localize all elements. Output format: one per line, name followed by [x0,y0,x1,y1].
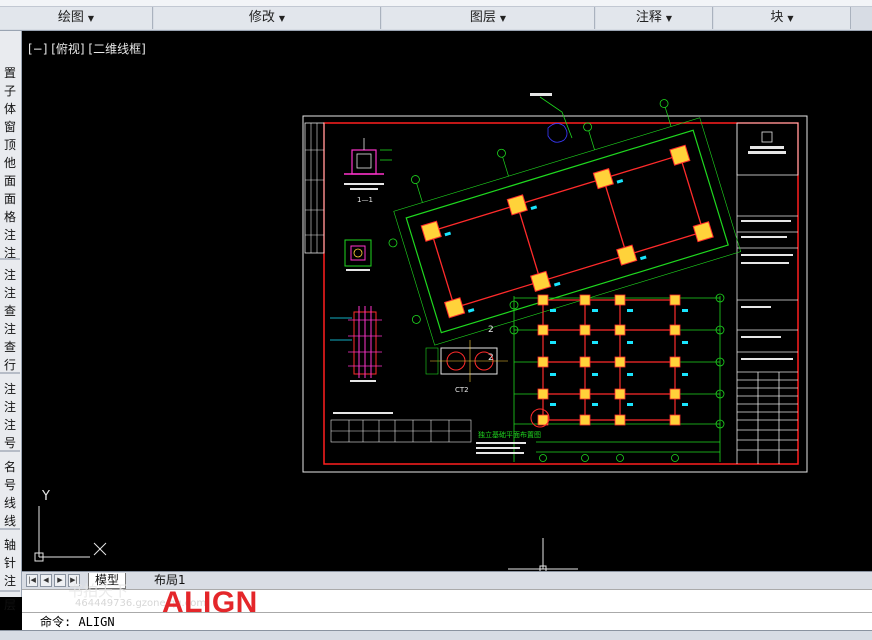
palette-separator [0,528,20,530]
palette-item[interactable]: 他 [0,154,16,172]
panel-annotation[interactable]: 注释 ▼ [596,7,713,29]
chevron-down-icon: ▼ [665,14,673,23]
palette-item[interactable]: 注 [0,572,16,590]
palette-item[interactable]: 注 [0,284,16,302]
viewport-controls-label[interactable]: [−] [俯视] [二维线框] [28,40,146,57]
palette-item[interactable]: 线 [0,494,16,512]
palette-item[interactable]: 注 [0,226,16,244]
palette-item[interactable]: 置 [0,64,16,82]
panel-block[interactable]: 块 ▼ [714,7,851,29]
palette-item[interactable]: 层 [0,596,16,614]
palette-item[interactable]: 注 [0,266,16,284]
palette-item[interactable]: 面 [0,190,16,208]
panel-layers-label: 图层 [469,10,496,25]
palette-item[interactable]: 针 [0,554,16,572]
ribbon-tools-edge [0,0,872,7]
panel-draw-label: 绘图 [57,10,84,25]
palette-separator [0,590,20,592]
chevron-down-icon: ▼ [87,14,95,23]
palette-item[interactable]: 格 [0,208,16,226]
palette-item[interactable]: 注 [0,398,16,416]
layout-tab-bar: |◀ ◀ ▶ ▶| 模型 布局1 [22,571,872,589]
palette-item[interactable]: 名 [0,458,16,476]
palette-separator [0,450,20,452]
panel-block-label: 块 [770,10,784,25]
palette-item[interactable]: 顶 [0,136,16,154]
palette-item[interactable]: 体 [0,100,16,118]
palette-item[interactable]: 注 [0,380,16,398]
chevron-down-icon: ▼ [278,14,286,23]
palette-separator [0,372,20,374]
palette-item[interactable]: 查 [0,302,16,320]
next-tab-icon[interactable]: ▶ [54,574,66,587]
chevron-down-icon: ▼ [499,14,507,23]
command-prompt: 命令: ALIGN [40,615,115,629]
panel-layers[interactable]: 图层 ▼ [382,7,595,29]
palette-item[interactable]: 查 [0,338,16,356]
palette-item[interactable]: 面 [0,172,16,190]
prev-tab-icon[interactable]: ◀ [40,574,52,587]
palette-item[interactable]: 轴 [0,536,16,554]
command-line[interactable]: 命令: ALIGN [22,612,872,631]
watermark-command: ALIGN [162,586,258,619]
first-tab-icon[interactable]: |◀ [26,574,38,587]
panel-modify-label: 修改 [248,10,275,25]
palette-item[interactable]: 窗 [0,118,16,136]
panel-draw[interactable]: 绘图 ▼ [0,7,153,29]
panel-modify[interactable]: 修改 ▼ [154,7,381,29]
palette-separator [0,258,20,260]
palette-item[interactable]: 注 [0,416,16,434]
palette-item[interactable]: 子 [0,82,16,100]
ribbon-panel-bar: 绘图 ▼ 修改 ▼ 图层 ▼ 注释 ▼ 块 ▼ [0,0,872,31]
panel-annotation-label: 注释 [635,10,662,25]
chevron-down-icon: ▼ [787,14,794,23]
palette-item[interactable]: 号 [0,476,16,494]
drawing-viewport[interactable] [22,31,872,571]
palette-item[interactable]: 注 [0,320,16,338]
